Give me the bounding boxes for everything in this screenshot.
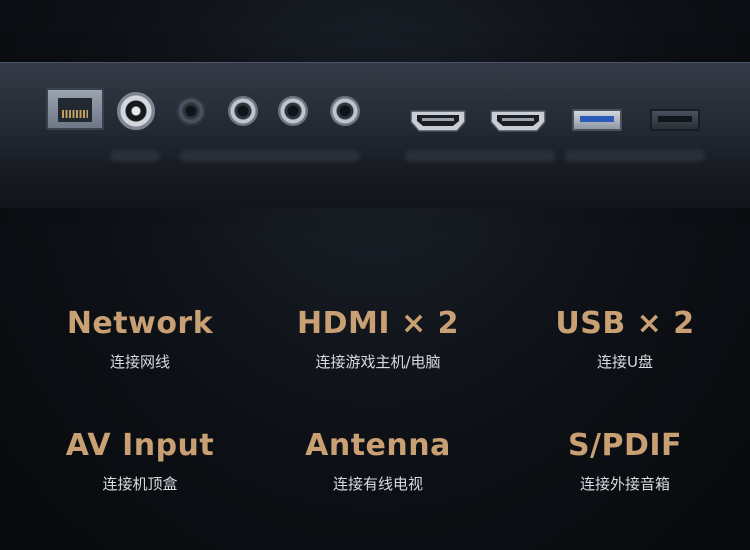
reflection [565, 150, 705, 162]
feature-description: 连接网线 [109, 353, 170, 371]
feature-network: Network 连接网线 [15, 306, 265, 372]
feature-title: Antenna [305, 428, 451, 463]
feature-description: 连接U盘 [597, 353, 653, 371]
usb-tongue [658, 116, 692, 122]
feature-title: HDMI × 2 [297, 306, 459, 341]
coax-antenna-port-icon [116, 91, 156, 131]
reflection [180, 150, 360, 162]
usb-port-icon [572, 109, 622, 131]
feature-antenna: Antenna 连接有线电视 [253, 428, 503, 494]
audio-jack-icon [330, 96, 360, 126]
audio-jack-icon [228, 96, 258, 126]
feature-description: 连接外接音箱 [579, 475, 670, 493]
audio-jack-icon [176, 96, 206, 126]
hdmi-port-icon [490, 110, 546, 132]
feature-title: S/PDIF [567, 428, 683, 463]
feature-description: 连接机顶盒 [102, 475, 178, 493]
panel-shadow [0, 160, 750, 208]
ethernet-port-icon [46, 88, 104, 130]
feature-hdmi: HDMI × 2 连接游戏主机/电脑 [253, 306, 503, 372]
feature-av-input: AV Input 连接机顶盒 [15, 428, 265, 494]
feature-usb: USB × 2 连接U盘 [500, 306, 750, 372]
audio-jack-icon [278, 96, 308, 126]
tv-back-panel [0, 62, 750, 161]
reflection [110, 150, 160, 162]
feature-title: USB × 2 [555, 306, 695, 341]
feature-title: Network [66, 306, 214, 341]
usb-port-icon [650, 109, 700, 131]
ethernet-pins [62, 110, 88, 118]
hdmi-port-icon [410, 110, 466, 132]
feature-spdif: S/PDIF 连接外接音箱 [500, 428, 750, 494]
usb-tongue [580, 116, 614, 122]
feature-title: AV Input [65, 428, 215, 463]
feature-description: 连接游戏主机/电脑 [315, 353, 441, 371]
reflection [405, 150, 555, 162]
feature-description: 连接有线电视 [332, 475, 423, 493]
